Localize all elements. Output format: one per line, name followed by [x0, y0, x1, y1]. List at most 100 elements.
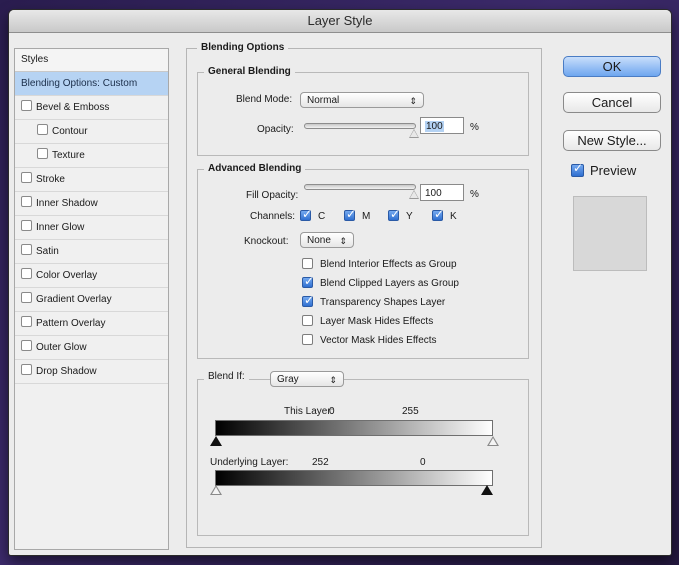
- style-checkbox[interactable]: [21, 340, 32, 351]
- style-checkbox[interactable]: [21, 100, 32, 111]
- style-checkbox[interactable]: [21, 196, 32, 207]
- knockout-value: None: [307, 235, 331, 246]
- channel-c-checkbox[interactable]: [300, 207, 312, 221]
- channel-m-label: M: [362, 211, 371, 222]
- style-item[interactable]: Color Overlay: [15, 264, 168, 288]
- underlying-layer-gradient: [215, 470, 493, 486]
- style-checkbox[interactable]: [37, 148, 48, 159]
- blend-if-select[interactable]: Gray ⇕: [270, 371, 344, 387]
- style-checkbox[interactable]: [21, 292, 32, 303]
- layer-style-window: Layer Style Styles Blending Options: Cus…: [9, 10, 671, 555]
- style-checkbox[interactable]: [21, 220, 32, 231]
- window-title: Layer Style: [9, 10, 671, 33]
- styles-list: Blending Options: Custom Bevel & Emboss Co…: [15, 72, 168, 384]
- fill-opacity-input[interactable]: 100: [420, 184, 464, 201]
- style-item[interactable]: Inner Glow: [15, 216, 168, 240]
- style-item[interactable]: Blending Options: Custom: [15, 72, 168, 96]
- opacity-slider-thumb[interactable]: [409, 129, 419, 138]
- new-style-button[interactable]: New Style...: [563, 130, 661, 151]
- general-blending-group: General Blending Blend Mode: Normal ⇕ Op…: [197, 66, 529, 156]
- advanced-option-label: Blend Clipped Layers as Group: [320, 278, 459, 289]
- style-item-label: Contour: [52, 126, 88, 137]
- this-layer-black-slider[interactable]: [210, 436, 222, 446]
- style-preview-swatch: [573, 196, 647, 271]
- style-item-label: Inner Shadow: [36, 198, 98, 209]
- opacity-label: Opacity:: [257, 124, 294, 135]
- updown-arrows-icon: ⇕: [409, 96, 417, 106]
- blend-mode-select[interactable]: Normal ⇕: [300, 92, 424, 108]
- styles-panel: Styles Blending Options: Custom Bevel & E…: [14, 48, 169, 550]
- blend-if-group: Blend If: Gray ⇕ This Layer: 0 255 Under…: [197, 371, 529, 536]
- blending-options-panel: Blending Options General Blending Blend …: [186, 42, 542, 548]
- cancel-button[interactable]: Cancel: [563, 92, 661, 113]
- channels-label: Channels:: [250, 211, 296, 222]
- style-checkbox[interactable]: [21, 172, 32, 183]
- style-item[interactable]: Bevel & Emboss: [15, 96, 168, 120]
- style-item[interactable]: Drop Shadow: [15, 360, 168, 384]
- opacity-unit: %: [470, 122, 479, 133]
- underlying-layer-low: 252: [312, 457, 329, 468]
- fill-opacity-unit: %: [470, 189, 479, 200]
- style-checkbox[interactable]: [21, 268, 32, 279]
- blend-if-label: Blend If:: [204, 371, 249, 382]
- style-item[interactable]: Texture: [15, 144, 168, 168]
- underlying-layer-white-slider[interactable]: [210, 485, 222, 495]
- advanced-option-checkbox[interactable]: [302, 293, 314, 307]
- channel-k-checkbox[interactable]: [432, 207, 444, 221]
- style-item-label: Pattern Overlay: [36, 318, 106, 329]
- general-blending-title: General Blending: [204, 66, 295, 77]
- style-item-label: Bevel & Emboss: [36, 102, 110, 113]
- style-item[interactable]: Inner Shadow: [15, 192, 168, 216]
- channel-y-checkbox[interactable]: [388, 207, 400, 221]
- style-item[interactable]: Contour: [15, 120, 168, 144]
- advanced-option-checkbox[interactable]: [302, 274, 314, 288]
- style-item[interactable]: Pattern Overlay: [15, 312, 168, 336]
- style-checkbox[interactable]: [21, 244, 32, 255]
- style-checkbox[interactable]: [21, 316, 32, 327]
- blend-if-value: Gray: [277, 374, 299, 385]
- styles-header[interactable]: Styles: [15, 49, 168, 72]
- style-item-label: Texture: [52, 150, 85, 161]
- style-item-label: Outer Glow: [36, 342, 87, 353]
- opacity-value: 100: [425, 121, 444, 132]
- fill-opacity-value: 100: [425, 188, 442, 199]
- advanced-blending-title: Advanced Blending: [204, 163, 306, 174]
- style-item[interactable]: Outer Glow: [15, 336, 168, 360]
- style-checkbox[interactable]: [37, 124, 48, 135]
- preview-checkbox[interactable]: [571, 161, 584, 177]
- this-layer-white-slider[interactable]: [487, 436, 499, 446]
- channel-m-checkbox[interactable]: [344, 207, 356, 221]
- advanced-option-label: Blend Interior Effects as Group: [320, 259, 457, 270]
- style-item[interactable]: Gradient Overlay: [15, 288, 168, 312]
- knockout-select[interactable]: None ⇕: [300, 232, 354, 248]
- underlying-layer-black-slider[interactable]: [481, 485, 493, 495]
- this-layer-high: 255: [402, 406, 419, 417]
- style-checkbox[interactable]: [21, 364, 32, 375]
- fill-opacity-slider-track[interactable]: [304, 184, 416, 190]
- channel-c-label: C: [318, 211, 326, 222]
- ok-button[interactable]: OK: [563, 56, 661, 77]
- style-item-label: Satin: [36, 246, 59, 257]
- advanced-option-checkbox[interactable]: [302, 258, 313, 269]
- style-item-label: Stroke: [36, 174, 65, 185]
- style-item-label: Drop Shadow: [36, 366, 97, 377]
- channel-k-label: K: [450, 211, 457, 222]
- knockout-label: Knockout:: [244, 236, 289, 247]
- preview-label[interactable]: Preview: [590, 163, 636, 178]
- style-item-label: Inner Glow: [36, 222, 85, 233]
- advanced-option-checkbox[interactable]: [302, 315, 313, 326]
- advanced-blending-group: Advanced Blending Fill Opacity: 100 % Ch…: [197, 163, 529, 359]
- opacity-slider-track[interactable]: [304, 123, 416, 129]
- advanced-option-checkbox[interactable]: [302, 334, 313, 345]
- this-layer-gradient: [215, 420, 493, 436]
- advanced-option-label: Vector Mask Hides Effects: [320, 335, 437, 346]
- opacity-input[interactable]: 100: [420, 117, 464, 134]
- blend-mode-value: Normal: [307, 95, 340, 106]
- style-item[interactable]: Satin: [15, 240, 168, 264]
- fill-opacity-slider-thumb[interactable]: [409, 190, 419, 199]
- blending-options-title: Blending Options: [197, 42, 289, 53]
- blend-mode-label: Blend Mode:: [236, 94, 293, 105]
- advanced-option-label: Layer Mask Hides Effects: [320, 316, 434, 327]
- style-item[interactable]: Stroke: [15, 168, 168, 192]
- updown-arrows-icon: ⇕: [329, 375, 337, 385]
